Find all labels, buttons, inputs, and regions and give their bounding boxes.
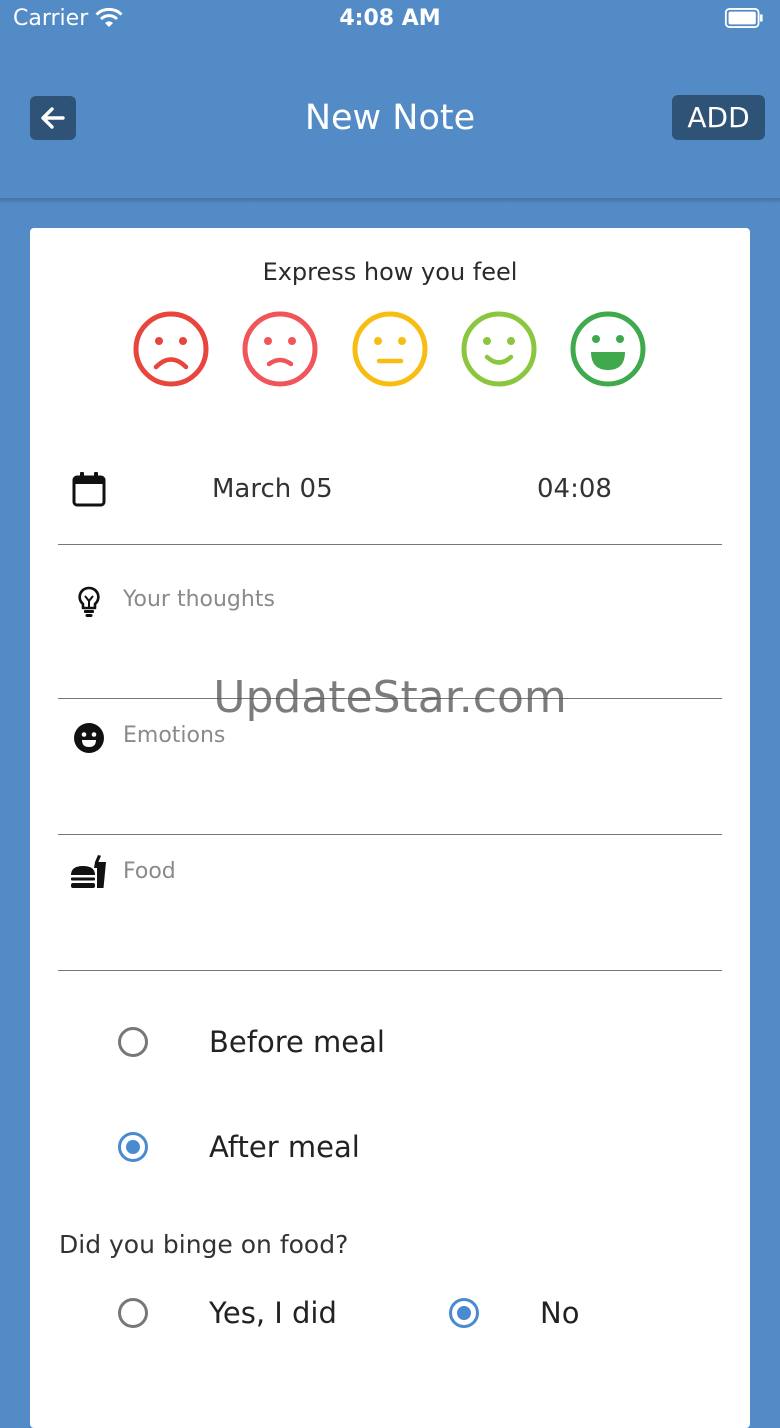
after-meal-radio[interactable] [118,1132,148,1162]
date-value[interactable]: March 05 [212,474,333,504]
battery-icon [724,8,763,28]
before-meal-label[interactable]: Before meal [209,1025,385,1059]
navigation-bar: New Note ADD [0,40,780,204]
mood-prompt: Express how you feel [262,258,518,286]
emotions-input[interactable]: Emotions [123,723,225,748]
binge-yes-radio[interactable] [118,1298,148,1328]
note-form-card: Express how you feel March 05 04:08 Your… [30,228,750,1428]
before-meal-radio[interactable] [118,1027,148,1057]
smile-face-icon [74,723,104,753]
divider [58,544,722,545]
thoughts-input[interactable]: Your thoughts [123,587,275,612]
very-sad-face-icon[interactable] [132,310,210,388]
calendar-icon[interactable] [72,471,106,507]
divider [58,834,722,835]
lightbulb-icon [78,586,100,617]
neutral-face-icon[interactable] [351,310,429,388]
add-button[interactable]: ADD [672,95,765,140]
page-title: New Note [304,98,476,138]
fastfood-icon [71,855,106,888]
binge-no-radio[interactable] [449,1298,479,1328]
after-meal-label[interactable]: After meal [209,1130,360,1164]
sad-face-icon[interactable] [241,310,319,388]
status-bar: Carrier 4:08 AM [0,0,780,40]
divider [58,970,722,971]
happy-face-icon[interactable] [460,310,538,388]
binge-no-label[interactable]: No [540,1296,579,1330]
food-input[interactable]: Food [123,859,176,884]
binge-yes-label[interactable]: Yes, I did [209,1296,337,1330]
status-time: 4:08 AM [339,6,441,31]
divider [58,698,722,699]
very-happy-face-icon[interactable] [569,310,647,388]
binge-question: Did you binge on food? [59,1230,349,1259]
time-value[interactable]: 04:08 [537,474,612,504]
